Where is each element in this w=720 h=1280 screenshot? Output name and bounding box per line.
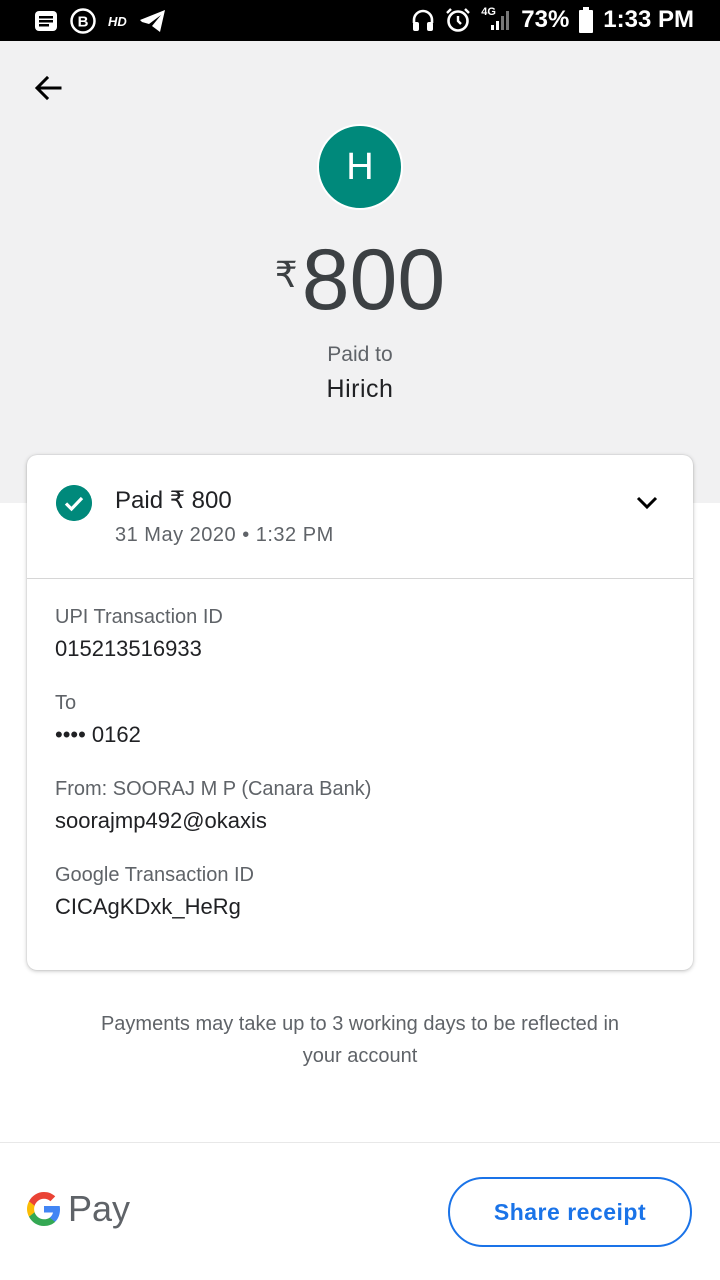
transaction-summary[interactable]: Paid ₹ 800 31 May 2020 • 1:32 PM	[27, 455, 693, 579]
share-receipt-button[interactable]: Share receipt	[448, 1177, 692, 1247]
detail-label: From: SOORAJ M P (Canara Bank)	[55, 778, 372, 800]
processing-note: Payments may take up to 3 working days t…	[100, 1013, 620, 1067]
transaction-details: UPI Transaction ID 015213516933 To •••• …	[55, 605, 371, 949]
transaction-datetime: 31 May 2020 • 1:32 PM	[115, 524, 334, 546]
avatar: H	[317, 124, 403, 210]
amount-value: 800	[301, 232, 446, 328]
network-indicator: 4G	[481, 6, 511, 32]
signal-icon	[491, 11, 510, 30]
brand-text: Pay	[68, 1188, 131, 1229]
detail-row-to: To •••• 0162	[55, 691, 371, 750]
headphones-icon	[412, 9, 434, 31]
detail-label: To	[55, 692, 77, 714]
chevron-down-icon[interactable]	[635, 493, 659, 513]
back-arrow-icon[interactable]	[30, 70, 66, 106]
b-circle-icon: B	[70, 8, 96, 34]
currency-symbol: ₹	[274, 254, 298, 295]
detail-value: soorajmp492@okaxis	[55, 808, 267, 833]
paid-status: Paid ₹ 800	[115, 487, 232, 514]
svg-text:B: B	[78, 14, 89, 31]
gpay-logo: Pay	[26, 1188, 130, 1230]
message-icon	[35, 11, 57, 31]
detail-label: UPI Transaction ID	[55, 606, 223, 628]
detail-row-upi-id: UPI Transaction ID 015213516933	[55, 605, 371, 664]
detail-label: Google Transaction ID	[55, 864, 254, 886]
payment-amount: ₹ 800	[0, 230, 720, 330]
payee-name: Hirich	[326, 375, 394, 403]
transaction-card: Paid ₹ 800 31 May 2020 • 1:32 PM UPI Tra…	[27, 455, 693, 970]
clock: 1:33 PM	[603, 6, 694, 33]
paid-to-label: Paid to	[327, 343, 393, 366]
detail-value: •••• 0162	[55, 722, 141, 747]
alarm-icon	[446, 8, 471, 32]
battery-percent: 73%	[521, 6, 570, 33]
check-circle-icon	[56, 485, 92, 521]
google-g-icon	[27, 1192, 60, 1226]
detail-row-from: From: SOORAJ M P (Canara Bank) soorajmp4…	[55, 777, 371, 836]
hd-indicator: HD	[108, 13, 127, 29]
detail-value: CICAgKDxk_HeRg	[55, 894, 241, 919]
status-bar: B HD 4G 73% 1:33 PM	[0, 0, 720, 41]
footer-divider	[0, 1142, 720, 1143]
telegram-icon	[139, 10, 165, 32]
battery-icon	[579, 7, 594, 33]
detail-value: 015213516933	[55, 636, 202, 661]
detail-row-google-id: Google Transaction ID CICAgKDxk_HeRg	[55, 863, 371, 922]
